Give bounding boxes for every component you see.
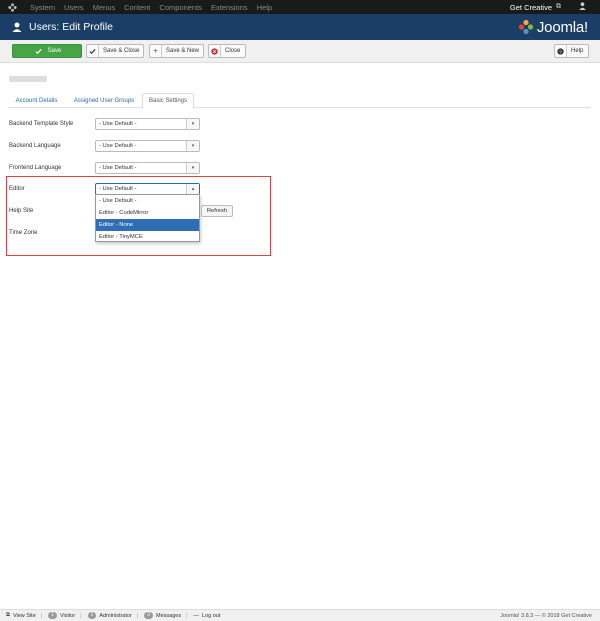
- divider: |: [186, 612, 188, 619]
- chevron-down-icon: ▾: [186, 141, 199, 151]
- site-name-link[interactable]: Get Creative: [510, 3, 552, 12]
- save-close-button[interactable]: Save & Close: [86, 44, 144, 58]
- toolbar: Save Save & Close + Save & New Close ? H…: [0, 40, 600, 63]
- administrator-label: Administrator: [99, 612, 132, 619]
- visitor-count: 1 Visitor: [48, 612, 75, 619]
- frontend-language-value: - Use Default -: [99, 165, 137, 171]
- tab-assigned-user-groups[interactable]: Assigned User Groups: [66, 93, 142, 108]
- messages-link[interactable]: 0 Messages: [144, 612, 181, 619]
- divider: |: [40, 612, 43, 619]
- backend-template-select[interactable]: - Use Default - ▾: [95, 118, 200, 130]
- backend-language-select[interactable]: - Use Default - ▾: [95, 140, 200, 152]
- editor-label: Editor: [9, 186, 25, 192]
- status-bar: ⧉ View Site | 1 Visitor | 1 Administrato…: [0, 609, 600, 621]
- check-icon: [87, 45, 99, 57]
- plus-icon: +: [150, 45, 162, 57]
- messages-label: Messages: [156, 612, 182, 619]
- editor-option-codemirror[interactable]: Editor - CodeMirror: [96, 207, 199, 219]
- chevron-down-icon: ▾: [186, 163, 199, 173]
- svg-text:?: ?: [559, 49, 562, 55]
- divider: |: [136, 612, 139, 619]
- logout-label: Log out: [202, 612, 221, 619]
- profile-tabs: Account Details Assigned User Groups Bas…: [8, 93, 590, 109]
- frontend-language-select[interactable]: - Use Default - ▾: [95, 162, 200, 174]
- menu-content[interactable]: Content: [124, 3, 150, 12]
- administrator-count: 1 Administrator: [87, 612, 132, 619]
- user-icon: [12, 22, 22, 32]
- visitor-badge: 1: [48, 612, 57, 619]
- divider: |: [80, 612, 82, 619]
- backend-template-value: - Use Default -: [99, 121, 137, 127]
- time-zone-label: Time Zone: [9, 230, 38, 236]
- messages-badge: 0: [144, 612, 154, 619]
- joomla-wordmark: Joomla!: [536, 18, 588, 36]
- menu-components[interactable]: Components: [159, 3, 202, 12]
- view-site-label: View Site: [12, 612, 36, 619]
- tab-basic-settings[interactable]: Basic Settings: [142, 93, 194, 109]
- save-icon: [33, 45, 45, 57]
- logout-link[interactable]: — Log out: [194, 613, 221, 619]
- title-bar: Users: Edit Profile Joomla!: [0, 14, 600, 40]
- menu-help[interactable]: Help: [257, 3, 272, 12]
- refresh-button[interactable]: Refresh: [201, 205, 233, 217]
- editor-option-none[interactable]: Editor - None: [96, 219, 199, 231]
- editor-value: - Use Default -: [99, 186, 137, 192]
- joomla-logo-icon: [518, 19, 533, 35]
- menu-extensions[interactable]: Extensions: [211, 3, 248, 12]
- version-text: Joomla! 3.8.3 — © 2018 Get Creative: [500, 612, 592, 619]
- admin-topnav: System Users Menus Content Components Ex…: [0, 0, 600, 14]
- visitor-label: Visitor: [59, 612, 76, 619]
- view-site-link[interactable]: ⧉ View Site: [6, 612, 36, 619]
- save-new-label: Save & New: [166, 48, 200, 54]
- save-button[interactable]: Save: [12, 44, 82, 58]
- chevron-down-icon: ▴: [186, 184, 199, 194]
- top-menu: System Users Menus Content Components Ex…: [30, 3, 281, 12]
- joomla-menu-icon[interactable]: [0, 0, 24, 14]
- cancel-icon: [209, 45, 221, 57]
- save-new-button[interactable]: + Save & New: [149, 44, 204, 58]
- close-label: Close: [225, 48, 241, 54]
- user-menu-icon[interactable]: [579, 2, 586, 12]
- minus-icon: —: [193, 612, 200, 619]
- tab-account-details[interactable]: Account Details: [8, 93, 65, 108]
- editor-option-tinymce[interactable]: Editor - TinyMCE: [96, 231, 199, 243]
- menu-menus[interactable]: Menus: [93, 3, 116, 12]
- save-close-label: Save & Close: [103, 48, 140, 54]
- help-label: Help: [571, 48, 584, 54]
- close-button[interactable]: Close: [208, 44, 246, 58]
- backend-template-label: Backend Template Style: [9, 121, 74, 127]
- editor-dropdown-list: - Use Default - Editor - CodeMirror Edit…: [95, 194, 200, 242]
- question-icon: ?: [555, 45, 567, 57]
- external-link-icon: ⧉: [6, 612, 10, 618]
- editor-option-default[interactable]: - Use Default -: [96, 195, 199, 207]
- administrator-badge: 1: [87, 612, 97, 619]
- backend-language-value: - Use Default -: [99, 143, 137, 149]
- page-title: Users: Edit Profile: [29, 21, 114, 33]
- menu-users[interactable]: Users: [64, 3, 84, 12]
- backend-language-label: Backend Language: [9, 143, 61, 149]
- save-label: Save: [47, 48, 62, 54]
- frontend-language-label: Frontend Language: [9, 165, 62, 171]
- help-site-label: Help Site: [9, 208, 34, 214]
- chevron-down-icon: ▾: [186, 119, 199, 129]
- menu-system[interactable]: System: [30, 3, 55, 12]
- blurred-user-name: [9, 76, 47, 82]
- joomla-logo: Joomla!: [518, 19, 588, 36]
- external-link-icon[interactable]: ⧉: [556, 3, 561, 11]
- help-button[interactable]: ? Help: [554, 44, 589, 58]
